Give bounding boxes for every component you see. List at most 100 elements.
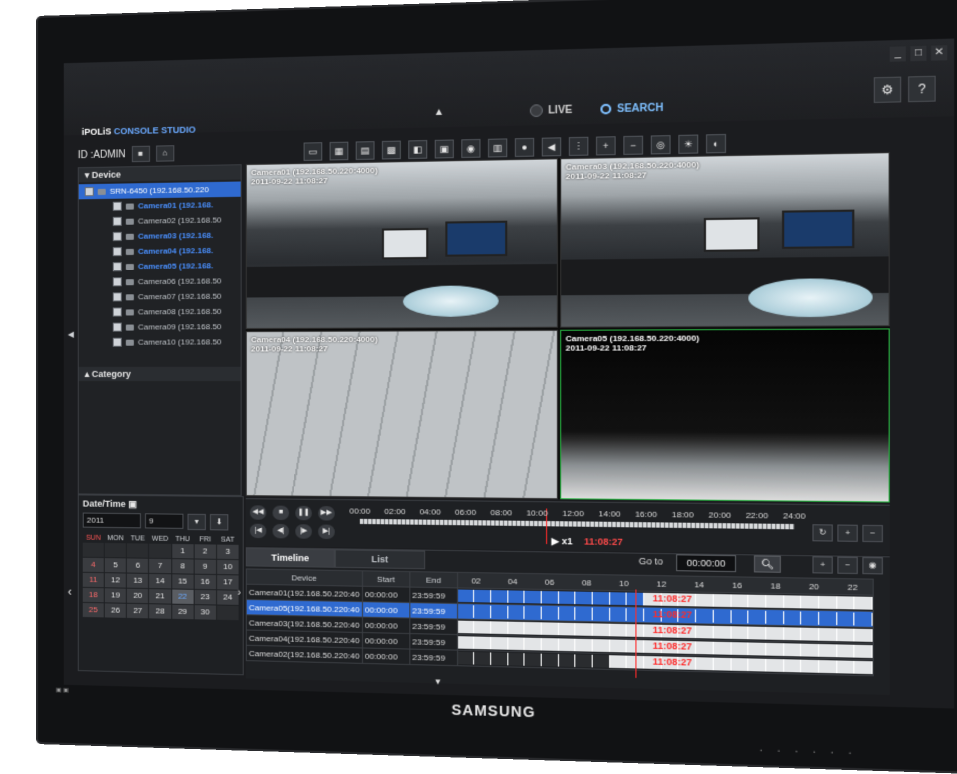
calendar-day[interactable]: 9 xyxy=(194,559,216,574)
calendar-day[interactable]: 10 xyxy=(217,560,239,575)
layout-9-icon[interactable]: ▤ xyxy=(356,141,375,160)
calendar-day[interactable]: 12 xyxy=(105,573,126,587)
source-button[interactable]: • xyxy=(831,750,833,756)
calendar-icon[interactable]: ▣ xyxy=(128,499,137,509)
camera-item[interactable]: Camera10 (192.168.50 xyxy=(79,334,241,350)
camera-icon[interactable]: ■ xyxy=(132,146,150,163)
power-button[interactable]: • xyxy=(849,751,851,757)
checkbox-icon[interactable] xyxy=(113,307,122,316)
lock-icon[interactable]: ⌂ xyxy=(156,145,174,162)
tab-timeline[interactable]: Timeline xyxy=(246,548,335,568)
goto-search-button[interactable]: 🔍︎ xyxy=(754,555,781,572)
calendar-day[interactable]: 11 xyxy=(83,573,104,587)
calendar-day[interactable]: 16 xyxy=(194,575,216,590)
checkbox-icon[interactable] xyxy=(85,187,94,196)
camera-item[interactable]: Camera09 (192.168.50 xyxy=(79,319,241,335)
calendar-day[interactable]: 4 xyxy=(83,558,104,572)
camera-item[interactable]: Camera05 (192.168. xyxy=(79,258,241,275)
zoom-out-timeline-icon[interactable]: − xyxy=(862,525,883,542)
snapshot-icon[interactable]: ◉ xyxy=(461,139,480,158)
calendar-day[interactable]: 21 xyxy=(149,589,170,604)
zoom-fit-icon[interactable]: ◎ xyxy=(651,135,671,154)
calendar-day[interactable]: 3 xyxy=(217,545,239,560)
calendar-day[interactable]: 29 xyxy=(172,605,193,620)
pause-icon[interactable]: ❚❚ xyxy=(295,506,312,521)
camera-item[interactable]: Camera06 (192.168.50 xyxy=(79,273,241,290)
fast-forward-icon[interactable]: ▶▶ xyxy=(318,506,335,521)
year-select[interactable]: 2011 xyxy=(83,513,141,529)
calendar-day[interactable]: 15 xyxy=(172,574,193,589)
collapse-up-icon[interactable]: ▲ xyxy=(434,107,445,119)
screen-icon[interactable]: ▣ xyxy=(435,139,454,158)
minimize-button[interactable]: _ xyxy=(890,46,906,61)
checkbox-icon[interactable] xyxy=(113,202,122,211)
settings-gear-icon[interactable]: ⚙ xyxy=(874,77,901,103)
layout-custom-icon[interactable]: ◧ xyxy=(408,140,427,159)
step-back-icon[interactable]: ◀| xyxy=(273,524,290,539)
next-month-icon[interactable]: › xyxy=(238,588,241,599)
checkbox-icon[interactable] xyxy=(113,262,122,271)
audio-icon[interactable]: ◀ xyxy=(542,137,561,156)
camera-item[interactable]: Camera02 (192.168.50 xyxy=(79,212,241,229)
sync-icon[interactable]: ↻ xyxy=(812,524,832,541)
category-header[interactable]: ▴ Category xyxy=(79,367,241,381)
down-button[interactable]: • xyxy=(778,749,780,755)
download-icon[interactable]: ⬇ xyxy=(210,514,228,530)
video-tile-camera03[interactable]: Camera03 (192.168.50.220:4000) 2011-09-22… xyxy=(560,152,890,328)
calendar-day[interactable]: 20 xyxy=(127,589,148,604)
calendar-day[interactable]: 28 xyxy=(149,604,170,619)
collapse-left-icon[interactable]: ◀ xyxy=(68,330,74,339)
step-forward-icon[interactable]: |▶ xyxy=(295,524,312,539)
checkbox-icon[interactable] xyxy=(113,247,122,256)
checkbox-icon[interactable] xyxy=(113,292,122,301)
calendar-day[interactable]: 30 xyxy=(194,605,216,620)
calendar-day[interactable]: 6 xyxy=(127,558,148,572)
prev-month-icon[interactable]: ‹ xyxy=(68,585,72,599)
calendar-day[interactable]: 8 xyxy=(172,559,193,574)
calendar-day[interactable]: 19 xyxy=(105,588,126,602)
enter-button[interactable]: • xyxy=(813,750,815,756)
layout-16-icon[interactable]: ▩ xyxy=(382,141,401,160)
month-select[interactable]: 9 xyxy=(145,513,183,529)
calendar-day[interactable]: 18 xyxy=(83,588,104,602)
goto-time-input[interactable]: 00:00:00 xyxy=(676,554,736,572)
stop-icon[interactable]: ■ xyxy=(273,506,290,520)
layout-1-icon[interactable]: ▭ xyxy=(304,142,323,161)
checkbox-icon[interactable] xyxy=(113,232,122,241)
checkbox-icon[interactable] xyxy=(113,338,122,347)
expand-down-icon[interactable]: ▼ xyxy=(434,677,442,687)
calendar-day[interactable]: 17 xyxy=(217,575,239,590)
timeline-cursor[interactable] xyxy=(635,589,636,677)
rewind-icon[interactable]: ◀◀ xyxy=(250,505,266,519)
brightness-icon[interactable]: ☀ xyxy=(678,135,698,154)
calendar-day[interactable]: 5 xyxy=(105,558,126,572)
calendar-day[interactable]: 13 xyxy=(127,574,148,588)
timeline-minus-icon[interactable]: − xyxy=(837,557,857,574)
grid-icon[interactable]: ⋮ xyxy=(569,137,589,156)
calendar-day[interactable]: 26 xyxy=(105,603,126,618)
calendar-day[interactable]: 25 xyxy=(83,603,104,617)
camera-item[interactable]: Camera04 (192.168. xyxy=(79,243,241,260)
skip-back-icon[interactable]: |◀ xyxy=(250,524,266,538)
help-icon[interactable]: ? xyxy=(908,76,936,103)
up-button[interactable]: • xyxy=(795,749,797,755)
calendar-day[interactable]: 7 xyxy=(149,559,170,573)
record-icon[interactable]: ● xyxy=(515,138,534,157)
skip-forward-icon[interactable]: ▶| xyxy=(318,524,335,539)
camera-item[interactable]: Camera07 (192.168.50 xyxy=(79,288,241,304)
checkbox-icon[interactable] xyxy=(113,277,122,286)
zoom-in-icon[interactable]: + xyxy=(596,136,616,155)
calendar-day[interactable]: 23 xyxy=(194,590,216,605)
timeline-plus-icon[interactable]: + xyxy=(812,556,832,573)
checkbox-icon[interactable] xyxy=(113,217,122,226)
mode-search[interactable]: SEARCH xyxy=(601,101,664,115)
calendar-day[interactable]: 2 xyxy=(194,544,216,559)
contrast-icon[interactable]: ◐ xyxy=(706,134,726,153)
camera-item[interactable]: Camera08 (192.168.50 xyxy=(79,304,241,320)
month-dropdown-icon[interactable]: ▾ xyxy=(188,514,206,530)
tab-list[interactable]: List xyxy=(335,549,425,569)
menu-button[interactable]: • xyxy=(760,748,762,754)
calendar-day[interactable]: 1 xyxy=(172,544,193,558)
timeline-bar[interactable] xyxy=(360,519,795,529)
video-tile-camera05[interactable]: Camera05 (192.168.50.220:4000) 2011-09-22… xyxy=(560,328,890,502)
